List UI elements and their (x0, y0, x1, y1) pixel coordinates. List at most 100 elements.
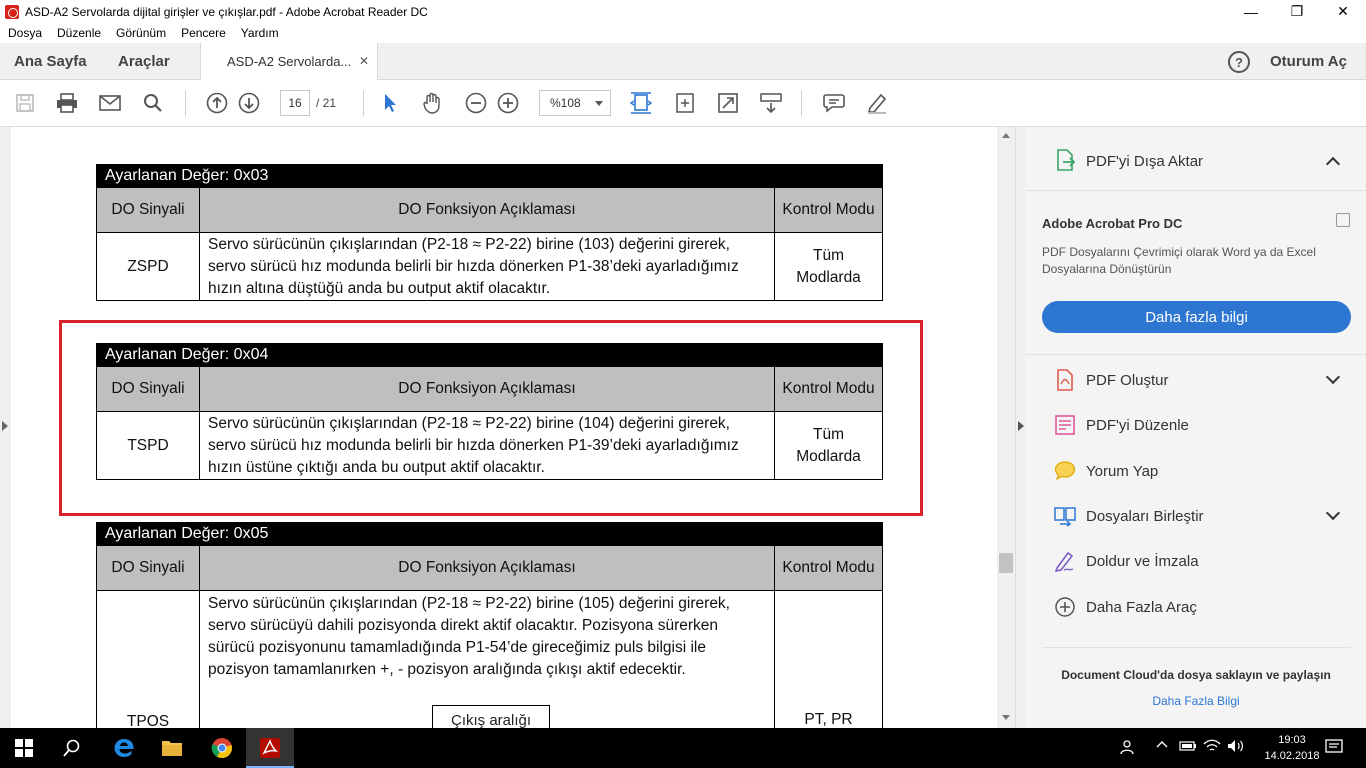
tray-chevron-up-icon[interactable] (1156, 739, 1168, 754)
page-total: / 21 (316, 96, 337, 110)
document-cloud-text: Document Cloud'da dosya saklayın ve payl… (1061, 668, 1331, 682)
export-pdf-icon (1057, 149, 1076, 171)
taskbar: 19:03 14.02.2018 (0, 728, 1366, 768)
file-explorer-icon[interactable] (148, 728, 196, 768)
rotate-view-icon[interactable] (673, 92, 697, 114)
fit-page-icon[interactable] (629, 92, 653, 114)
tool-fill-sign[interactable]: Doldur ve İmzala (1026, 541, 1366, 581)
promo-title: Adobe Acrobat Pro DC (1042, 216, 1183, 231)
export-pdf-label: PDF'yi Dışa Aktar (1086, 153, 1204, 170)
highlight-annotation (59, 320, 923, 516)
zoom-in-icon[interactable] (496, 92, 520, 114)
scroll-down-icon[interactable] (1002, 715, 1010, 720)
comment-bubble-icon[interactable] (822, 92, 846, 114)
save-icon[interactable] (13, 92, 37, 114)
edge-browser-icon[interactable] (100, 728, 148, 768)
system-clock[interactable]: 19:03 14.02.2018 (1262, 732, 1322, 764)
help-icon[interactable]: ? (1228, 51, 1250, 73)
col-description-header: DO Fonksiyon Açıklaması (200, 546, 775, 590)
collapse-right-icon (1018, 421, 1024, 431)
tool-label: Yorum Yap (1086, 462, 1159, 480)
action-center-icon[interactable] (1325, 739, 1343, 758)
right-pane-toggle[interactable] (1015, 127, 1026, 728)
hand-tool-icon[interactable] (420, 92, 444, 114)
tab-home[interactable]: Ana Sayfa (14, 53, 87, 70)
chevron-down-icon (595, 101, 603, 106)
full-screen-icon[interactable] (716, 92, 740, 114)
document-tab-label: ASD-A2 Servolarda... (227, 54, 352, 69)
windows-start-icon[interactable] (0, 728, 48, 768)
copy-icon[interactable] (1336, 213, 1350, 227)
tool-more-tools[interactable]: Daha Fazla Araç (1026, 587, 1366, 627)
pdf-page: Ayarlanan Değer: 0x03 DO Sinyali DO Fonk… (11, 127, 997, 728)
menu-file[interactable]: Dosya (8, 26, 42, 40)
tool-create-pdf[interactable]: PDF Oluştur (1026, 360, 1366, 400)
chevron-up-icon[interactable] (1325, 156, 1341, 172)
scroll-thumb[interactable] (999, 553, 1013, 573)
search-icon[interactable] (141, 92, 165, 114)
toolbar (0, 80, 1366, 127)
next-page-icon[interactable] (237, 92, 261, 114)
left-pane-toggle[interactable] (0, 127, 11, 728)
table-header: Ayarlanan Değer: 0x03 (96, 164, 883, 188)
zoom-value: %108 (550, 96, 581, 110)
window-title: ASD-A2 Servolarda dijital girişler ve çı… (25, 4, 428, 19)
document-cloud-link[interactable]: Daha Fazla Bilgi (1026, 694, 1366, 708)
email-icon[interactable] (98, 92, 122, 114)
close-window-button[interactable]: ✕ (1320, 0, 1366, 23)
col-signal-header: DO Sinyali (97, 546, 200, 590)
battery-icon[interactable] (1179, 739, 1197, 756)
chevron-down-icon[interactable] (1325, 505, 1341, 521)
people-icon[interactable] (1119, 739, 1135, 758)
print-icon[interactable] (55, 92, 79, 114)
zoom-select[interactable]: %108 (539, 90, 611, 116)
close-tab-icon[interactable]: ✕ (359, 54, 369, 68)
menu-help[interactable]: Yardım (241, 26, 279, 40)
maximize-button[interactable]: ❐ (1274, 0, 1320, 23)
comment-icon (1054, 461, 1076, 481)
chrome-browser-icon[interactable] (198, 728, 246, 768)
tab-document[interactable]: ASD-A2 Servolarda... ✕ (200, 43, 378, 80)
export-pdf-item[interactable]: PDF'yi Dışa Aktar (1026, 127, 1366, 191)
tool-comment[interactable]: Yorum Yap (1026, 451, 1366, 491)
menu-window[interactable]: Pencere (181, 26, 226, 40)
menu-edit[interactable]: Düzenle (57, 26, 101, 40)
scroll-up-icon[interactable] (1002, 133, 1010, 138)
page-number-input[interactable]: 16 (280, 90, 310, 116)
vertical-scrollbar[interactable] (997, 127, 1015, 728)
expand-left-icon (2, 421, 8, 431)
tool-label: Doldur ve İmzala (1086, 552, 1199, 570)
previous-page-icon[interactable] (205, 92, 229, 114)
mode-cell: Tüm Modlarda (796, 246, 861, 286)
signal-cell: ZSPD (97, 233, 200, 300)
table-0x03: Ayarlanan Değer: 0x03 DO Sinyali DO Fonk… (96, 164, 883, 301)
keyboard-scroll-icon[interactable] (759, 92, 783, 114)
document-view[interactable]: Ayarlanan Değer: 0x03 DO Sinyali DO Fonk… (0, 127, 1015, 728)
tool-combine-files[interactable]: Dosyaları Birleştir (1026, 496, 1366, 536)
volume-icon[interactable] (1227, 739, 1245, 756)
col-description-header: DO Fonksiyon Açıklaması (200, 188, 775, 232)
taskbar-search-icon[interactable] (48, 728, 96, 768)
acrobat-taskbar-icon[interactable] (246, 728, 294, 768)
tool-edit-pdf[interactable]: PDF'yi Düzenle (1026, 405, 1366, 445)
menu-bar: Dosya Düzenle Görünüm Pencere Yardım (0, 23, 1366, 43)
signal-cell: TPOS (97, 591, 200, 728)
create-pdf-icon (1057, 369, 1073, 391)
tool-label: PDF Oluştur (1086, 371, 1169, 389)
highlight-pen-icon[interactable] (865, 92, 889, 114)
title-bar: ASD-A2 Servolarda dijital girişler ve çı… (0, 0, 1366, 23)
tab-tools[interactable]: Araçlar (118, 53, 170, 70)
table-0x05: Ayarlanan Değer: 0x05 DO Sinyali DO Fonk… (96, 522, 883, 728)
fill-sign-icon (1054, 551, 1074, 572)
col-mode-header: Kontrol Modu (782, 201, 875, 218)
more-tools-icon (1055, 597, 1075, 617)
menu-view[interactable]: Görünüm (116, 26, 166, 40)
minimize-button[interactable]: — (1228, 0, 1274, 23)
chevron-down-icon[interactable] (1325, 369, 1341, 385)
sign-in-button[interactable]: Oturum Aç (1270, 53, 1347, 70)
zoom-out-icon[interactable] (464, 92, 488, 114)
promo-text: PDF Dosyalarını Çevrimiçi olarak Word ya… (1042, 245, 1316, 276)
select-cursor-icon[interactable] (378, 92, 402, 114)
wifi-icon[interactable] (1203, 739, 1221, 756)
learn-more-button[interactable]: Daha fazla bilgi (1042, 301, 1351, 333)
